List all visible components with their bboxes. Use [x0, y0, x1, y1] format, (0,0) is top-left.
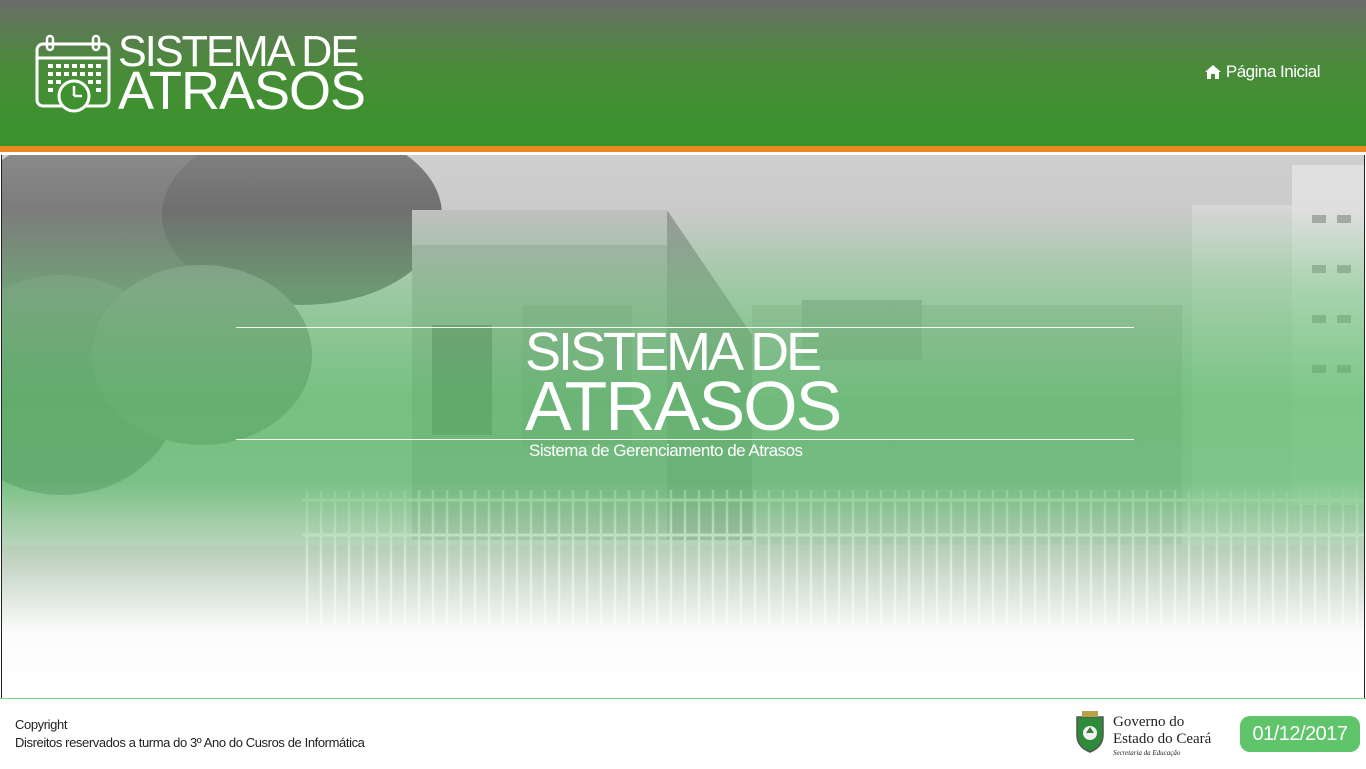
hero-subtitle: Sistema de Gerenciamento de Atrasos [529, 441, 803, 460]
gov-logo-line2: Estado do Ceará [1113, 731, 1212, 747]
hero-title: SISTEMA DE ATRASOS [525, 325, 842, 445]
header: SISTEMA DE ATRASOS Página Inicial [0, 0, 1366, 146]
logo-wordmark: SISTEMA DE ATRASOS [118, 27, 366, 119]
gov-logo-line1: Governo do [1113, 714, 1185, 730]
copyright-label: Copyright [15, 717, 68, 732]
ceara-coat-of-arms-icon [1076, 711, 1104, 753]
home-nav-link[interactable]: Página Inicial [1204, 62, 1321, 82]
logo-line1: SISTEMA DE [118, 27, 359, 76]
gov-logo-text: Governo do Estado do Ceará Secretaria da… [1113, 715, 1211, 757]
government-logo: Governo do Estado do Ceará Secretaria da… [1073, 711, 1233, 757]
date-badge: 01/12/2017 [1240, 716, 1360, 752]
hero-title-line2: ATRASOS [525, 367, 842, 445]
home-icon [1204, 65, 1221, 79]
hero-banner: SISTEMA DE ATRASOS Sistema de Gerenciame… [1, 155, 1365, 698]
home-nav-label: Página Inicial [1225, 62, 1321, 81]
hero-bottom-rule [236, 439, 1134, 440]
footer: Copyright Disreitos reservados a turma d… [0, 698, 1366, 769]
app-logo[interactable]: SISTEMA DE ATRASOS [34, 30, 366, 118]
copyright-text: Disreitos reservados a turma do 3º Ano d… [15, 735, 365, 750]
calendar-clock-icon [35, 34, 111, 113]
gov-logo-line3: Secretaria da Educação [1113, 749, 1181, 757]
